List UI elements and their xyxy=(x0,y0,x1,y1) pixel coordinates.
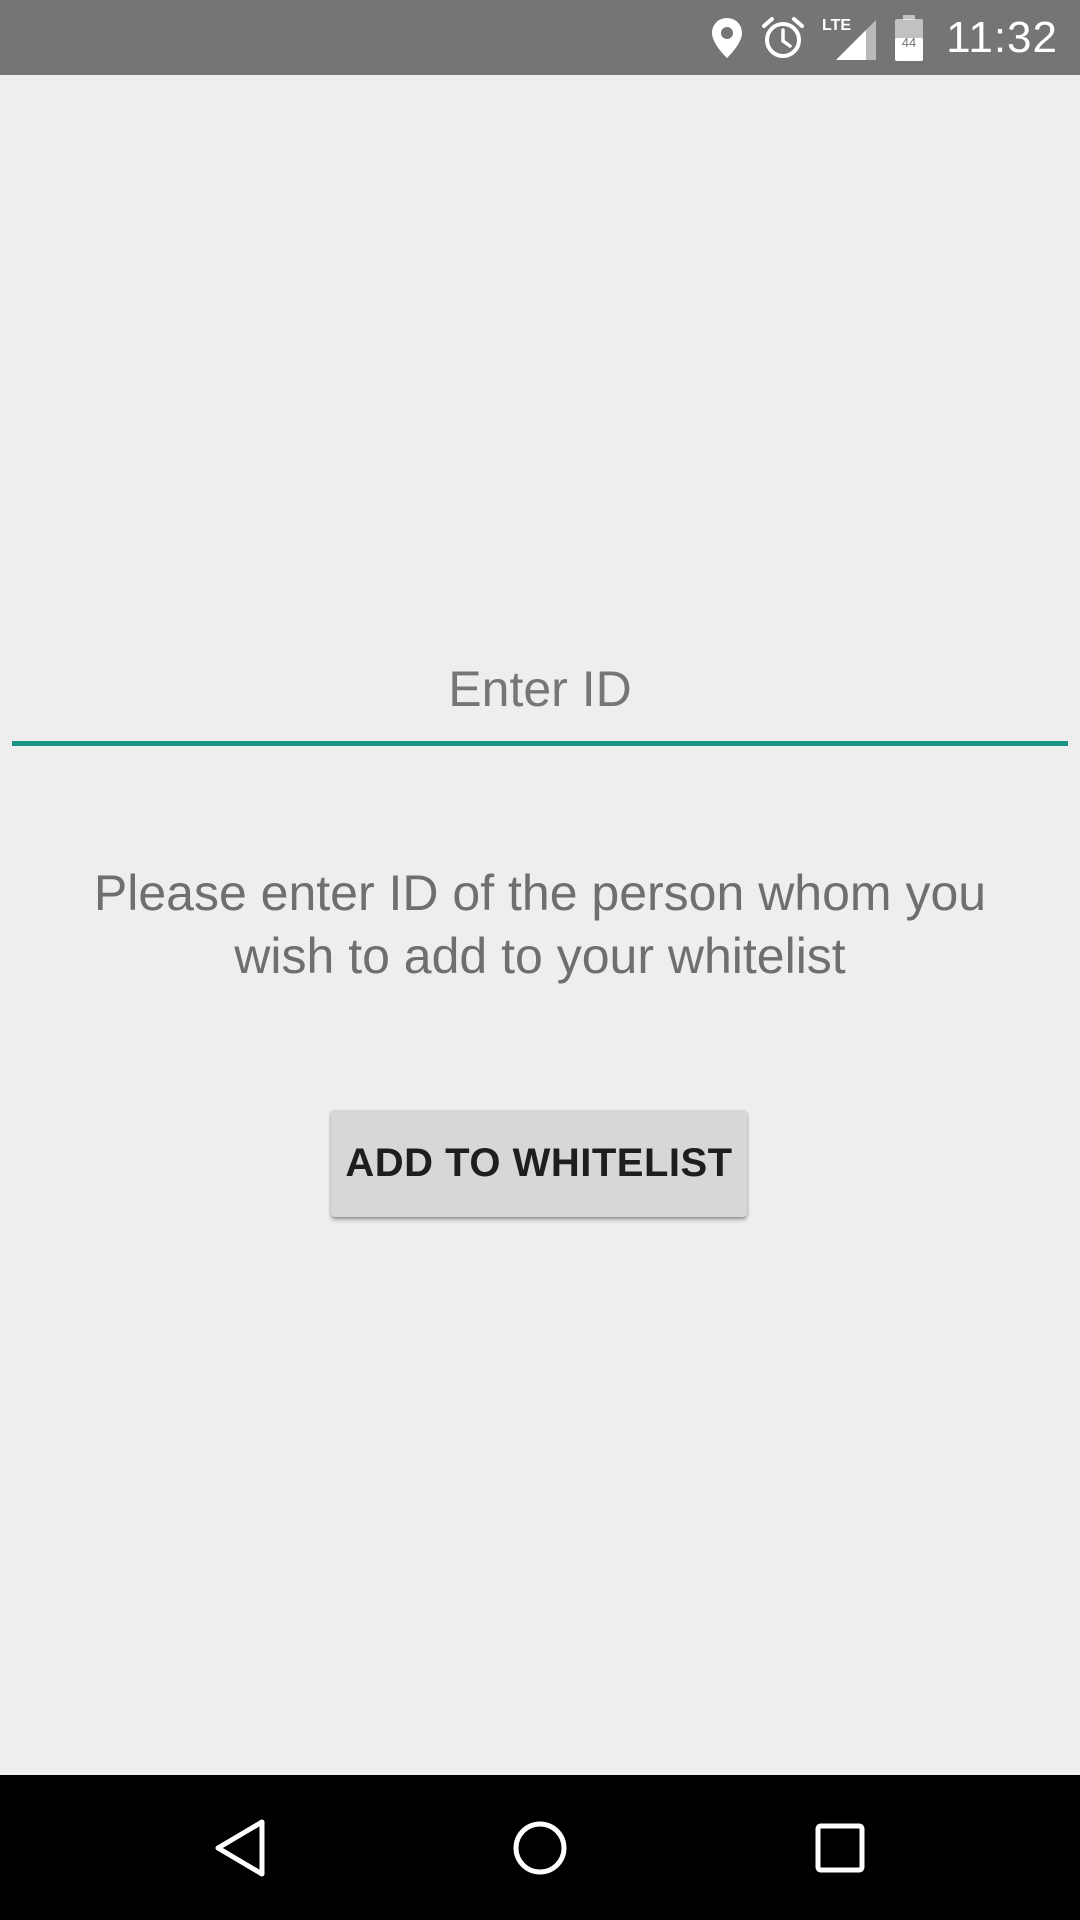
status-bar: LTE 44 11:32 xyxy=(0,0,1080,75)
recents-button[interactable] xyxy=(760,1775,920,1920)
home-button[interactable] xyxy=(460,1775,620,1920)
id-field xyxy=(12,565,1068,748)
main-content: Please enter ID of the person whom you w… xyxy=(0,75,1080,1775)
id-input[interactable] xyxy=(12,565,1068,745)
navigation-bar xyxy=(0,1775,1080,1920)
lte-signal-icon: LTE xyxy=(822,14,878,62)
id-input-underline xyxy=(12,741,1068,746)
back-icon xyxy=(215,1819,265,1876)
screen: LTE 44 11:32 Please enter ID of the p xyxy=(0,0,1080,1920)
battery-level-label: 44 xyxy=(902,35,916,50)
lte-label: LTE xyxy=(822,17,851,34)
alarm-icon xyxy=(760,15,806,61)
status-icons: LTE 44 11:32 xyxy=(710,0,1058,75)
back-button[interactable] xyxy=(161,1775,321,1920)
status-time: 11:32 xyxy=(946,12,1058,62)
location-icon xyxy=(710,16,744,60)
battery-icon: 44 xyxy=(894,14,924,62)
home-icon xyxy=(513,1821,567,1874)
instruction-text: Please enter ID of the person whom you w… xyxy=(93,865,987,984)
recents-icon xyxy=(815,1823,865,1872)
add-to-whitelist-button[interactable]: ADD TO WHITELIST xyxy=(331,1110,747,1217)
